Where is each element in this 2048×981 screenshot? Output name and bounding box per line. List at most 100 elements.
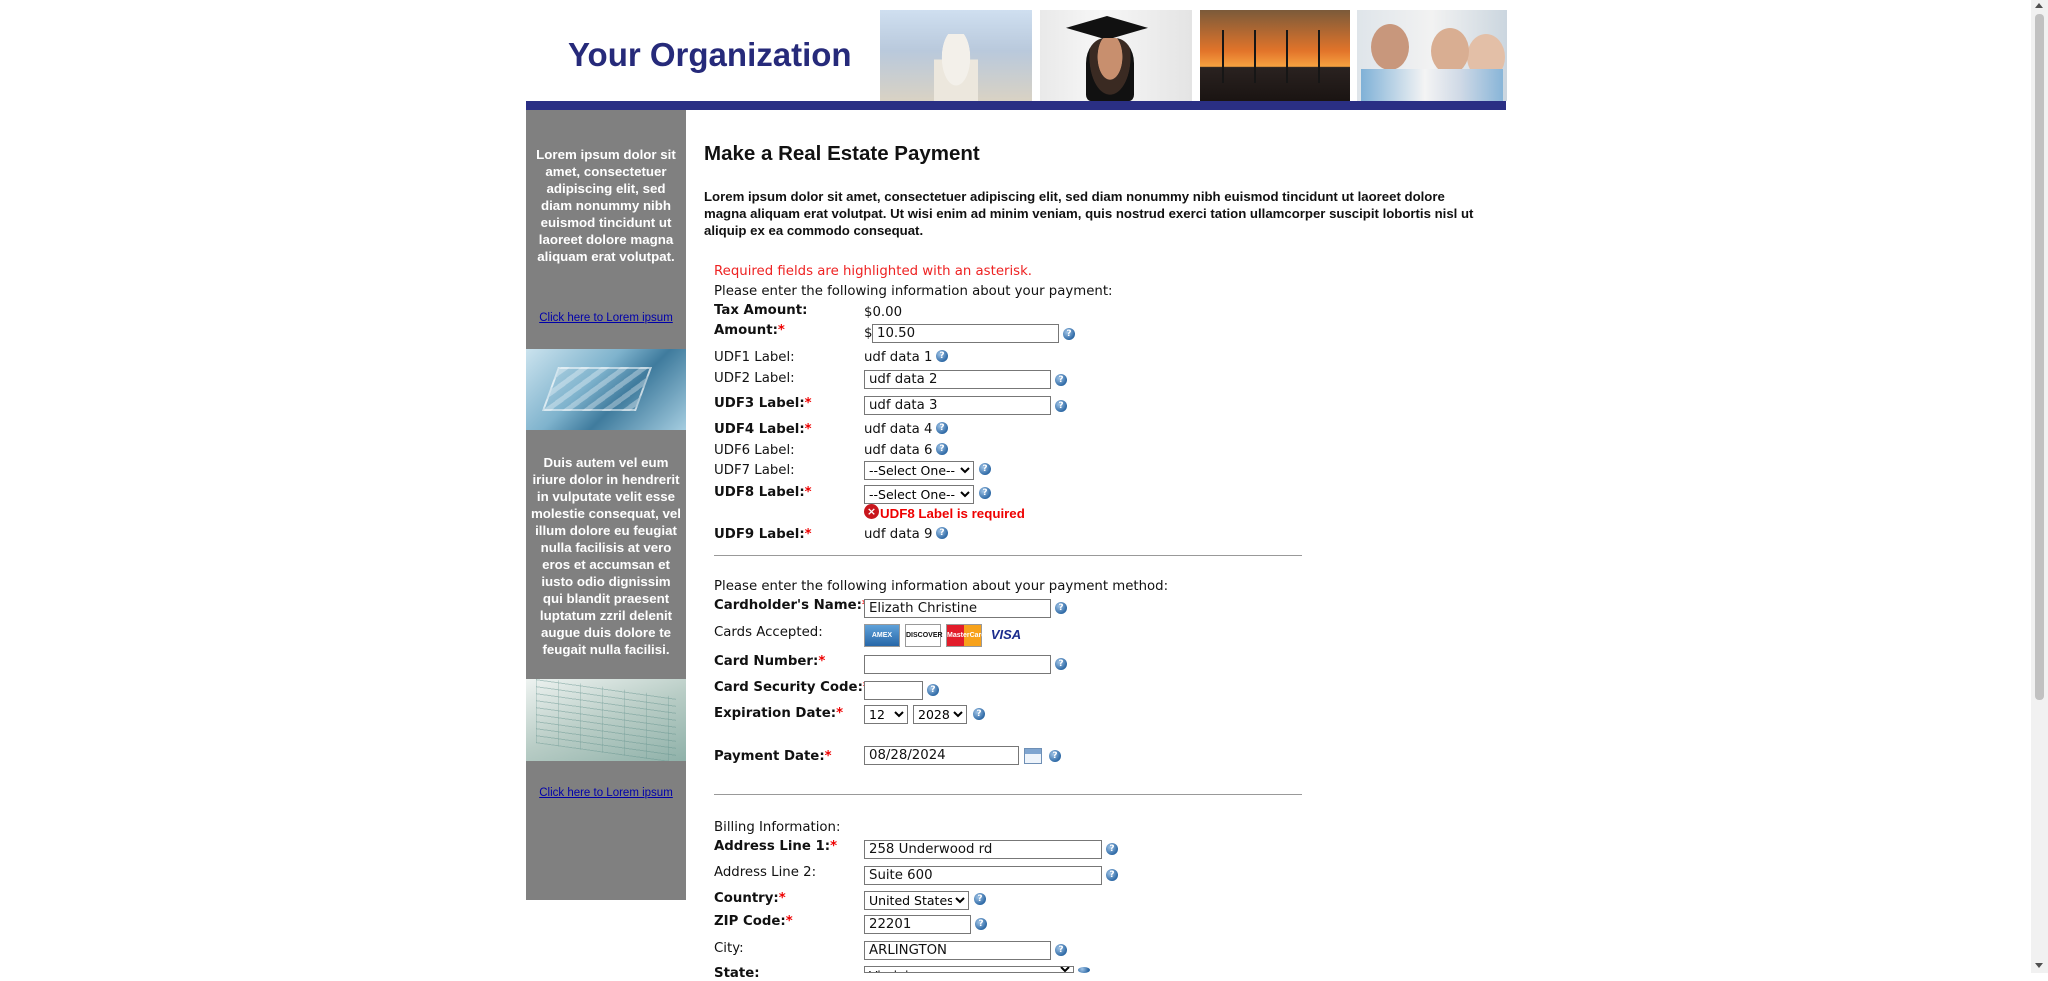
sidebar-text-2: Duis autem vel eum iriure dolor in hendr… <box>530 455 681 657</box>
udf1-label: UDF1 Label: <box>714 350 795 365</box>
udf2-input[interactable] <box>864 370 1051 389</box>
sidebar-link-1[interactable]: Click here to Lorem ipsum <box>526 310 686 327</box>
zip-input[interactable] <box>864 915 971 934</box>
required-asterisk: * <box>804 527 812 542</box>
required-asterisk: * <box>836 706 844 721</box>
address2-input[interactable] <box>864 866 1102 885</box>
card-number-label-text: Card Number: <box>714 654 819 669</box>
help-icon[interactable]: ? <box>1055 602 1067 614</box>
help-icon[interactable]: ? <box>975 918 987 930</box>
help-icon[interactable]: ? <box>974 893 986 905</box>
help-icon[interactable]: ? <box>927 684 939 696</box>
help-icon[interactable]: ? <box>1106 843 1118 855</box>
expiration-label-text: Expiration Date: <box>714 706 837 721</box>
required-asterisk: * <box>818 654 826 669</box>
city-label: City: <box>714 941 744 956</box>
help-icon[interactable]: ? <box>1055 400 1067 412</box>
country-select[interactable]: United States <box>864 891 969 910</box>
security-code-label-text: Card Security Code: <box>714 680 863 695</box>
address1-label: Address Line 1:* <box>714 839 837 854</box>
help-icon[interactable]: ? <box>936 350 948 362</box>
help-icon[interactable]: ? <box>1055 944 1067 956</box>
udf4-value: udf data 4 <box>864 422 933 437</box>
capitol-image <box>880 10 1032 101</box>
udf3-label-text: UDF3 Label: <box>714 396 805 411</box>
section-divider <box>714 555 1302 556</box>
sidebar: Lorem ipsum dolor sit amet, consectetuer… <box>526 110 686 900</box>
city-input[interactable] <box>864 941 1051 960</box>
help-icon[interactable]: ? <box>1106 869 1118 881</box>
required-asterisk: * <box>824 749 832 764</box>
card-number-input[interactable] <box>864 655 1051 674</box>
expiration-label: Expiration Date:* <box>714 706 843 721</box>
spreadsheet-image <box>526 679 686 761</box>
page-title: Make a Real Estate Payment <box>704 142 980 165</box>
family-doctor-image <box>1357 10 1507 101</box>
state-select[interactable]: Virginia <box>864 966 1074 973</box>
section-divider <box>714 794 1302 795</box>
address2-label: Address Line 2: <box>714 865 817 880</box>
help-icon[interactable]: ? <box>936 443 948 455</box>
exp-year-select[interactable]: 2028 <box>913 705 967 724</box>
intro-text: Lorem ipsum dolor sit amet, consectetuer… <box>704 189 1474 238</box>
help-icon[interactable]: ? <box>973 708 985 720</box>
help-icon[interactable]: ? <box>1055 374 1067 386</box>
udf8-select[interactable]: --Select One-- <box>864 485 974 504</box>
udf8-label: UDF8 Label:* <box>714 485 812 500</box>
amount-label-text: Amount: <box>714 323 778 338</box>
page-scrollbar[interactable] <box>2031 0 2048 973</box>
udf7-select[interactable]: --Select One-- <box>864 461 974 480</box>
scrollbar-thumb[interactable] <box>2035 14 2044 700</box>
scroll-up-arrow-icon[interactable] <box>2035 3 2043 8</box>
tax-amount-value: $0.00 <box>864 305 903 320</box>
billing-label: Billing Information: <box>714 820 841 835</box>
payment-instructions: Please enter the following information a… <box>714 284 1113 299</box>
udf3-input[interactable] <box>864 396 1051 415</box>
zip-label: ZIP Code:* <box>714 914 793 929</box>
address1-input[interactable] <box>864 840 1102 859</box>
org-name: Your Organization <box>568 36 852 73</box>
udf6-value: udf data 6 <box>864 443 933 458</box>
udf4-label-text: UDF4 Label: <box>714 422 805 437</box>
amount-input[interactable] <box>872 324 1059 343</box>
help-icon[interactable]: ? <box>936 527 948 539</box>
udf2-label: UDF2 Label: <box>714 371 795 386</box>
header-bar <box>526 101 1506 110</box>
sidebar-text-1: Lorem ipsum dolor sit amet, consectetuer… <box>536 147 676 264</box>
cards-accepted-label: Cards Accepted: <box>714 625 823 640</box>
calendar-icon[interactable] <box>1024 748 1042 764</box>
help-icon[interactable]: ? <box>979 487 991 499</box>
udf6-label: UDF6 Label: <box>714 443 795 458</box>
help-icon[interactable]: ? <box>936 422 948 434</box>
help-icon[interactable]: ? <box>1063 328 1075 340</box>
exp-month-select[interactable]: 12 <box>864 705 908 724</box>
help-icon[interactable]: ? <box>979 463 991 475</box>
page-wrapper: Your Organization Lorem ipsum dolor sit … <box>526 0 1507 900</box>
required-asterisk: * <box>777 323 785 338</box>
country-label-text: Country: <box>714 891 779 906</box>
error-icon: × <box>864 504 879 519</box>
country-label: Country:* <box>714 891 786 906</box>
card-number-label: Card Number:* <box>714 654 825 669</box>
sidebar-link-2[interactable]: Click here to Lorem ipsum <box>526 785 686 802</box>
payment-date-input[interactable] <box>864 746 1019 765</box>
required-asterisk: * <box>778 891 786 906</box>
cardholder-input[interactable] <box>864 599 1051 618</box>
discover-card-icon: DISCOVER <box>905 624 943 647</box>
help-icon[interactable]: ? <box>1055 658 1067 670</box>
udf1-value: udf data 1 <box>864 350 933 365</box>
udf7-label: UDF7 Label: <box>714 463 795 478</box>
help-icon[interactable]: ? <box>1049 750 1061 762</box>
site-header: Your Organization <box>526 0 1507 110</box>
udf3-label: UDF3 Label:* <box>714 396 812 411</box>
required-asterisk: * <box>785 914 793 929</box>
scroll-down-arrow-icon[interactable] <box>2035 963 2043 968</box>
payment-date-label-text: Payment Date: <box>714 749 825 764</box>
amex-card-icon: AMEX <box>864 624 900 647</box>
wind-turbines-image <box>1200 10 1350 101</box>
amount-label: Amount:* <box>714 323 785 338</box>
security-code-input[interactable] <box>864 681 923 700</box>
help-icon[interactable] <box>1078 967 1090 973</box>
payment-date-label: Payment Date:* <box>714 749 832 764</box>
graduate-image <box>1040 10 1192 101</box>
